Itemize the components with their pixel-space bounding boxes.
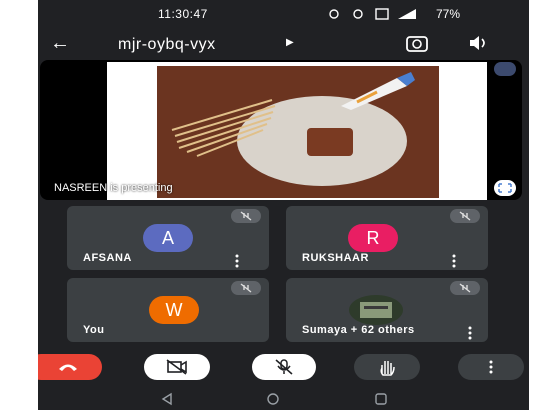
avatar: R bbox=[348, 224, 398, 252]
mic-off-icon bbox=[450, 281, 480, 295]
participant-tile[interactable]: A AFSANA bbox=[67, 206, 269, 270]
arrow-left-icon[interactable]: ← bbox=[50, 32, 70, 55]
participant-tile[interactable]: R RUKSHAAR bbox=[286, 206, 488, 270]
more-vert-icon[interactable] bbox=[468, 326, 472, 340]
shared-screen bbox=[107, 62, 487, 200]
caret-right-icon[interactable]: ▶ bbox=[286, 37, 294, 48]
participant-tile[interactable]: Sumaya + 62 others bbox=[286, 278, 488, 342]
nav-back-icon[interactable] bbox=[160, 392, 174, 406]
more-options-button[interactable] bbox=[458, 354, 524, 380]
avatar: A bbox=[143, 224, 193, 252]
more-vert-icon bbox=[489, 360, 493, 374]
presentation-view[interactable]: NASREEN is presenting bbox=[40, 60, 522, 200]
camera-toggle-button[interactable] bbox=[144, 354, 210, 380]
camera-off-icon bbox=[166, 359, 187, 375]
nav-recents-icon[interactable] bbox=[374, 392, 388, 406]
end-call-button[interactable] bbox=[38, 354, 102, 380]
plate-cutout bbox=[307, 128, 353, 156]
call-controls bbox=[38, 350, 529, 390]
participant-name: AFSANA bbox=[83, 252, 132, 264]
more-vert-icon[interactable] bbox=[452, 254, 456, 268]
participant-name: RUKSHAAR bbox=[302, 252, 369, 264]
participant-name: You bbox=[83, 324, 105, 336]
speaker-icon[interactable] bbox=[468, 34, 490, 52]
mic-off-icon bbox=[231, 281, 261, 295]
more-options-mini[interactable] bbox=[494, 62, 516, 76]
mic-toggle-button[interactable] bbox=[252, 354, 316, 380]
more-vert-icon[interactable] bbox=[235, 254, 239, 268]
presenter-label: NASREEN is presenting bbox=[54, 182, 173, 194]
battery-level: 77% bbox=[436, 7, 461, 21]
participant-tile[interactable]: W You bbox=[67, 278, 269, 342]
group-avatar-image bbox=[349, 295, 403, 325]
phone-screen: 11:30:47 77% ← mjr-oybq-vyx ▶ NASREEN is… bbox=[38, 0, 529, 410]
nav-home-icon[interactable] bbox=[266, 392, 280, 406]
mic-off-icon bbox=[275, 359, 293, 375]
meeting-code[interactable]: mjr-oybq-vyx bbox=[118, 36, 216, 54]
raise-hand-button[interactable] bbox=[354, 354, 420, 380]
raise-hand-icon bbox=[380, 361, 395, 376]
fullscreen-icon[interactable] bbox=[494, 180, 516, 196]
camera-switch-icon[interactable] bbox=[406, 34, 428, 52]
end-call-icon bbox=[59, 364, 77, 371]
glue-bottle-image bbox=[341, 72, 415, 110]
status-time: 11:30:47 bbox=[158, 7, 208, 21]
participant-name: Sumaya + 62 others bbox=[302, 324, 415, 336]
shared-photo bbox=[157, 66, 439, 198]
app-bar: ← mjr-oybq-vyx ▶ bbox=[38, 28, 529, 62]
sticks-image bbox=[171, 99, 276, 157]
avatar: W bbox=[149, 296, 199, 324]
system-nav-bar bbox=[38, 388, 529, 410]
status-bar: 11:30:47 77% bbox=[38, 0, 529, 28]
mic-off-icon bbox=[450, 209, 480, 223]
mic-off-icon bbox=[231, 209, 261, 223]
status-icons bbox=[329, 8, 416, 20]
